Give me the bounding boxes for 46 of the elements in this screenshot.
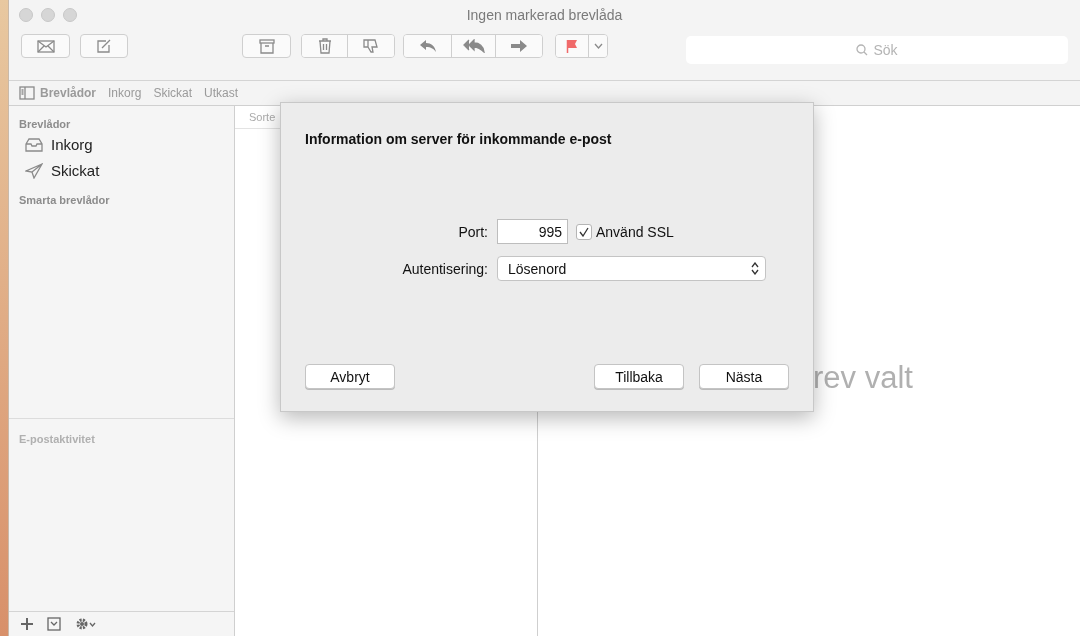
window-control[interactable] [19, 8, 33, 22]
reply-arrow-icon [418, 39, 437, 53]
dialog-button[interactable]: Avbryt [305, 364, 395, 389]
flag-button[interactable] [556, 35, 589, 57]
authentication-dropdown[interactable]: Lösenord [497, 256, 766, 281]
ssl-checkbox[interactable]: Använd SSL [576, 223, 674, 240]
flag-icon [566, 39, 578, 53]
compose-button[interactable] [80, 34, 128, 58]
action-menu-button[interactable] [75, 617, 97, 631]
gear-icon [75, 617, 97, 631]
tray-icon [47, 617, 61, 631]
archive-box-icon [258, 38, 275, 54]
mailbox-item[interactable]: Inkorg [9, 130, 93, 156]
plus-icon [21, 618, 33, 630]
envelope-icon [36, 39, 55, 53]
window-control[interactable] [63, 8, 77, 22]
chevron-down-icon [593, 43, 603, 49]
empty-message-text: rev valt [813, 360, 913, 396]
dialog-button[interactable]: Tillbaka [594, 364, 684, 389]
search-icon [856, 44, 869, 56]
section-heading: Brevlådor [18, 117, 72, 130]
trash-icon [317, 38, 332, 54]
authentication-label: Autentisering: [401, 260, 488, 277]
add-button[interactable] [21, 618, 33, 630]
trash-button[interactable] [302, 35, 348, 57]
section-heading: Smarta brevlådor [18, 193, 111, 206]
port-field[interactable]: 995 [497, 219, 568, 244]
checkmark-icon [579, 226, 589, 237]
section-heading: E-postaktivitet [18, 432, 96, 445]
mailbox-button[interactable] [47, 617, 61, 631]
right-arrow-icon [510, 39, 528, 53]
reply-all-arrow-icon [462, 39, 485, 53]
port-label: Port: [457, 223, 488, 240]
dialog-title: Information om server för inkommande e-post [305, 131, 613, 147]
window-title: Ingen markerad brevlåda [466, 7, 623, 23]
thumbs-down-icon [363, 38, 379, 54]
archive-button[interactable] [242, 34, 291, 58]
dialog-button[interactable]: Nästa [699, 364, 789, 389]
paper-plane-icon [25, 162, 43, 179]
sidebar-icon [19, 86, 35, 100]
mailbox-item[interactable]: Skickat [9, 156, 100, 182]
window-control[interactable] [41, 8, 55, 22]
inbox-icon [25, 137, 43, 152]
reply-button[interactable] [404, 35, 452, 57]
new-message-button[interactable] [21, 34, 70, 58]
up-down-chevron-icon [751, 262, 759, 275]
